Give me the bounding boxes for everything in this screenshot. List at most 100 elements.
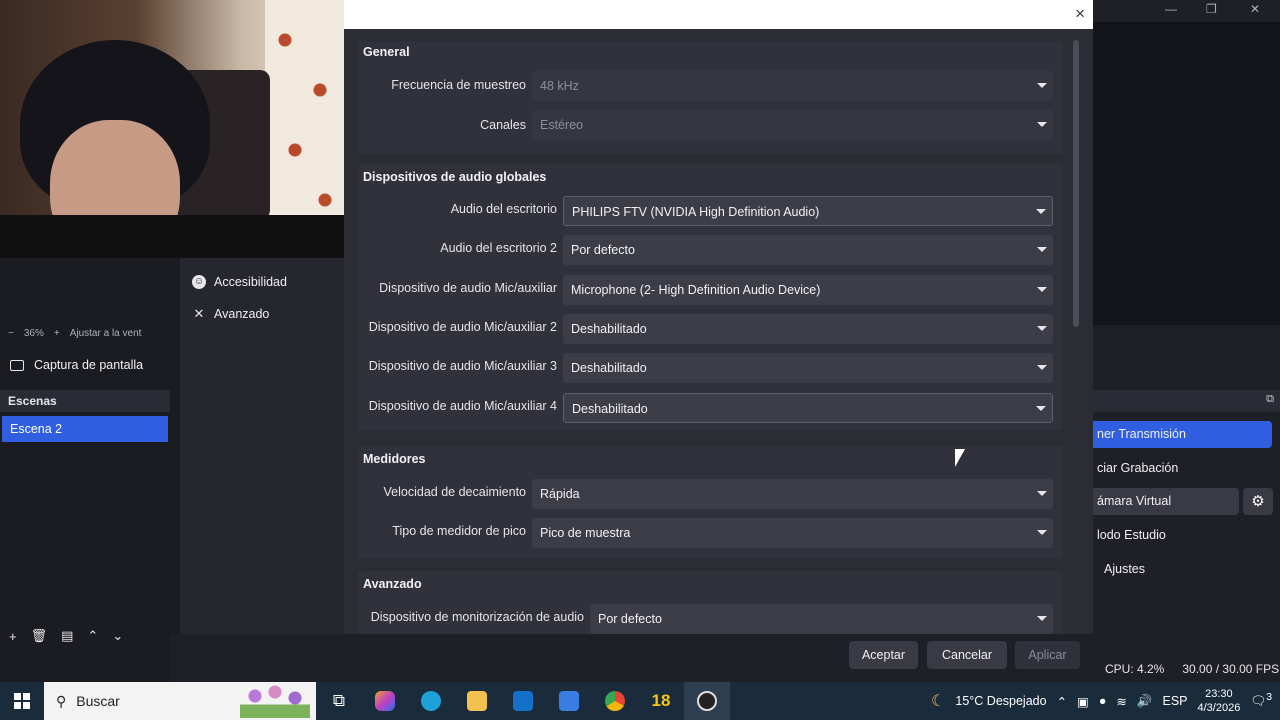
peak-meter-label: Tipo de medidor de pico	[392, 524, 526, 538]
search-icon: ⚲	[56, 692, 67, 709]
sidebar-item-label: Avanzado	[214, 307, 270, 321]
status-bar: CPU: 4.2% 30.00 / 30.00 FPS	[1093, 658, 1280, 680]
mic-3-label: Dispositivo de audio Mic/auxiliar 3	[368, 359, 557, 373]
wrench-icon: ✕	[193, 306, 205, 321]
scene-toolbar: + 🗑 ▤ ⌃ ⌄	[0, 626, 170, 646]
chevron-down-icon	[1037, 287, 1047, 292]
chevron-down-icon	[1036, 406, 1046, 411]
sidebar-item-accessibility[interactable]: ☺ Accesibilidad	[180, 266, 344, 298]
system-tray: ☾ 15°C Despejado ⌃ ▣ ● ≋ 🔊 ESP 23:30 4/3…	[931, 687, 1280, 715]
windows-icon	[14, 693, 30, 709]
wifi-icon[interactable]: ≋	[1116, 694, 1126, 709]
studio-mode-button[interactable]: lodo Estudio	[1093, 522, 1272, 549]
webcam-preview	[0, 0, 344, 258]
sample-rate-select[interactable]: 48 kHz	[532, 71, 1053, 101]
obs-titlebar: — ❐ ✕	[1093, 0, 1280, 22]
section-global-devices: Dispositivos de audio globales Audio del…	[358, 164, 1063, 430]
date: 4/3/2026	[1197, 702, 1241, 714]
mouse-cursor-icon	[955, 449, 965, 467]
weather-text[interactable]: 15°C Despejado	[955, 694, 1046, 708]
start-button[interactable]	[0, 682, 44, 720]
window-close-icon[interactable]: ✕	[1250, 2, 1260, 16]
settings-button[interactable]: Ajustes	[1093, 556, 1272, 583]
zoom-level: 36%	[23, 327, 44, 339]
clock[interactable]: 23:30 4/3/2026	[1198, 687, 1241, 715]
zoom-out-button[interactable]: −	[8, 328, 14, 339]
mic-4-select[interactable]: Deshabilitado	[563, 393, 1053, 423]
search-placeholder: Buscar	[76, 693, 120, 709]
channels-select[interactable]: Estéreo	[532, 110, 1053, 140]
task-view-icon[interactable]: ⧉	[316, 682, 362, 720]
apply-button[interactable]: Aplicar	[1015, 641, 1080, 669]
taskbar-search[interactable]: ⚲ Buscar	[44, 682, 316, 720]
chrome-icon[interactable]	[592, 682, 638, 720]
desktop-audio-2-label: Audio del escritorio 2	[440, 241, 557, 255]
moon-icon: ☾	[931, 693, 946, 710]
monitoring-select[interactable]: Por defecto	[590, 604, 1053, 634]
chevron-down-icon	[1037, 83, 1047, 88]
chevron-down-icon	[1037, 530, 1047, 535]
language-indicator[interactable]: ESP	[1162, 694, 1187, 708]
start-streaming-button[interactable]: ner Transmisión	[1093, 421, 1272, 448]
gear-icon[interactable]: ⚙	[1243, 488, 1273, 515]
mic-label: Dispositivo de audio Mic/auxiliar	[379, 281, 557, 295]
monitoring-label: Dispositivo de monitorización de audio	[370, 610, 584, 624]
copilot-icon[interactable]	[362, 682, 408, 720]
source-item[interactable]: Captura de pantalla	[0, 350, 170, 380]
app-18-icon[interactable]: 18	[638, 682, 684, 720]
start-recording-button[interactable]: ciar Grabación	[1093, 455, 1272, 482]
settings-scrollbar[interactable]	[1073, 40, 1079, 630]
notification-icon[interactable]: 🗨3	[1250, 692, 1272, 709]
trash-icon[interactable]: 🗑	[31, 628, 48, 644]
store-icon[interactable]	[546, 682, 592, 720]
settings-sidebar: ☺ Accesibilidad ✕ Avanzado	[180, 258, 344, 634]
scene-item-selected[interactable]: Escena 2	[2, 416, 168, 442]
mic-3-select[interactable]: Deshabilitado	[563, 353, 1053, 383]
peak-meter-select[interactable]: Pico de muestra	[532, 518, 1053, 548]
chevron-down-icon	[1036, 209, 1046, 214]
obs-icon[interactable]	[684, 682, 730, 720]
microphone-icon: ●	[1098, 694, 1107, 708]
taskbar: ⚲ Buscar ⧉ 18 ☾ 15°C Despejado ⌃ ▣ ● ≋ 🔊…	[0, 682, 1280, 720]
search-highlight-image	[240, 684, 310, 718]
mic-select[interactable]: Microphone (2- High Definition Audio Dev…	[563, 275, 1053, 305]
chevron-down-icon	[1037, 122, 1047, 127]
fps-readout: 30.00 / 30.00 FPS	[1182, 662, 1280, 676]
volume-icon[interactable]: 🔊	[1137, 694, 1153, 709]
chevron-up-icon[interactable]: ⌃	[1057, 694, 1067, 709]
fit-window-label[interactable]: Ajustar a la vent	[70, 328, 142, 339]
minimize-icon[interactable]: —	[1165, 2, 1177, 16]
filter-icon[interactable]: ▤	[61, 628, 73, 644]
scenes-header: Escenas	[0, 390, 170, 412]
close-icon[interactable]: ×	[1075, 4, 1085, 24]
virtual-camera-button[interactable]: ámara Virtual	[1093, 488, 1239, 515]
desktop-audio-2-select[interactable]: Por defecto	[563, 235, 1053, 265]
edge-icon[interactable]	[408, 682, 454, 720]
undock-icon[interactable]: ⧉	[1266, 393, 1274, 406]
file-explorer-icon[interactable]	[454, 682, 500, 720]
zoom-in-button[interactable]: +	[54, 328, 60, 339]
decay-select[interactable]: Rápida	[532, 479, 1053, 509]
chevron-down-icon	[1037, 247, 1047, 252]
desktop-audio-label: Audio del escritorio	[450, 202, 557, 216]
preview-area	[1093, 22, 1280, 325]
outlook-icon[interactable]	[500, 682, 546, 720]
section-title: Medidores	[363, 452, 426, 466]
cancel-button[interactable]: Cancelar	[927, 641, 1007, 669]
desktop-audio-select[interactable]: PHILIPS FTV (NVIDIA High Definition Audi…	[563, 196, 1053, 226]
accessibility-icon: ☺	[192, 275, 206, 289]
time: 23:30	[1205, 688, 1233, 700]
sidebar-item-advanced[interactable]: ✕ Avanzado	[180, 298, 344, 330]
camera-icon: ▣	[1077, 694, 1089, 709]
maximize-icon[interactable]: ❐	[1206, 2, 1217, 16]
monitor-icon	[10, 359, 24, 371]
section-advanced: Avanzado Dispositivo de monitorización d…	[358, 571, 1063, 634]
mic-2-select[interactable]: Deshabilitado	[563, 314, 1053, 344]
cpu-usage: CPU: 4.2%	[1105, 662, 1165, 676]
source-label: Captura de pantalla	[34, 358, 144, 372]
move-down-icon[interactable]: ⌄	[112, 628, 123, 644]
section-general: General Frecuencia de muestreo 48 kHz Ca…	[358, 41, 1063, 154]
move-up-icon[interactable]: ⌃	[87, 628, 98, 644]
accept-button[interactable]: Aceptar	[849, 641, 918, 669]
add-icon[interactable]: +	[9, 629, 17, 644]
